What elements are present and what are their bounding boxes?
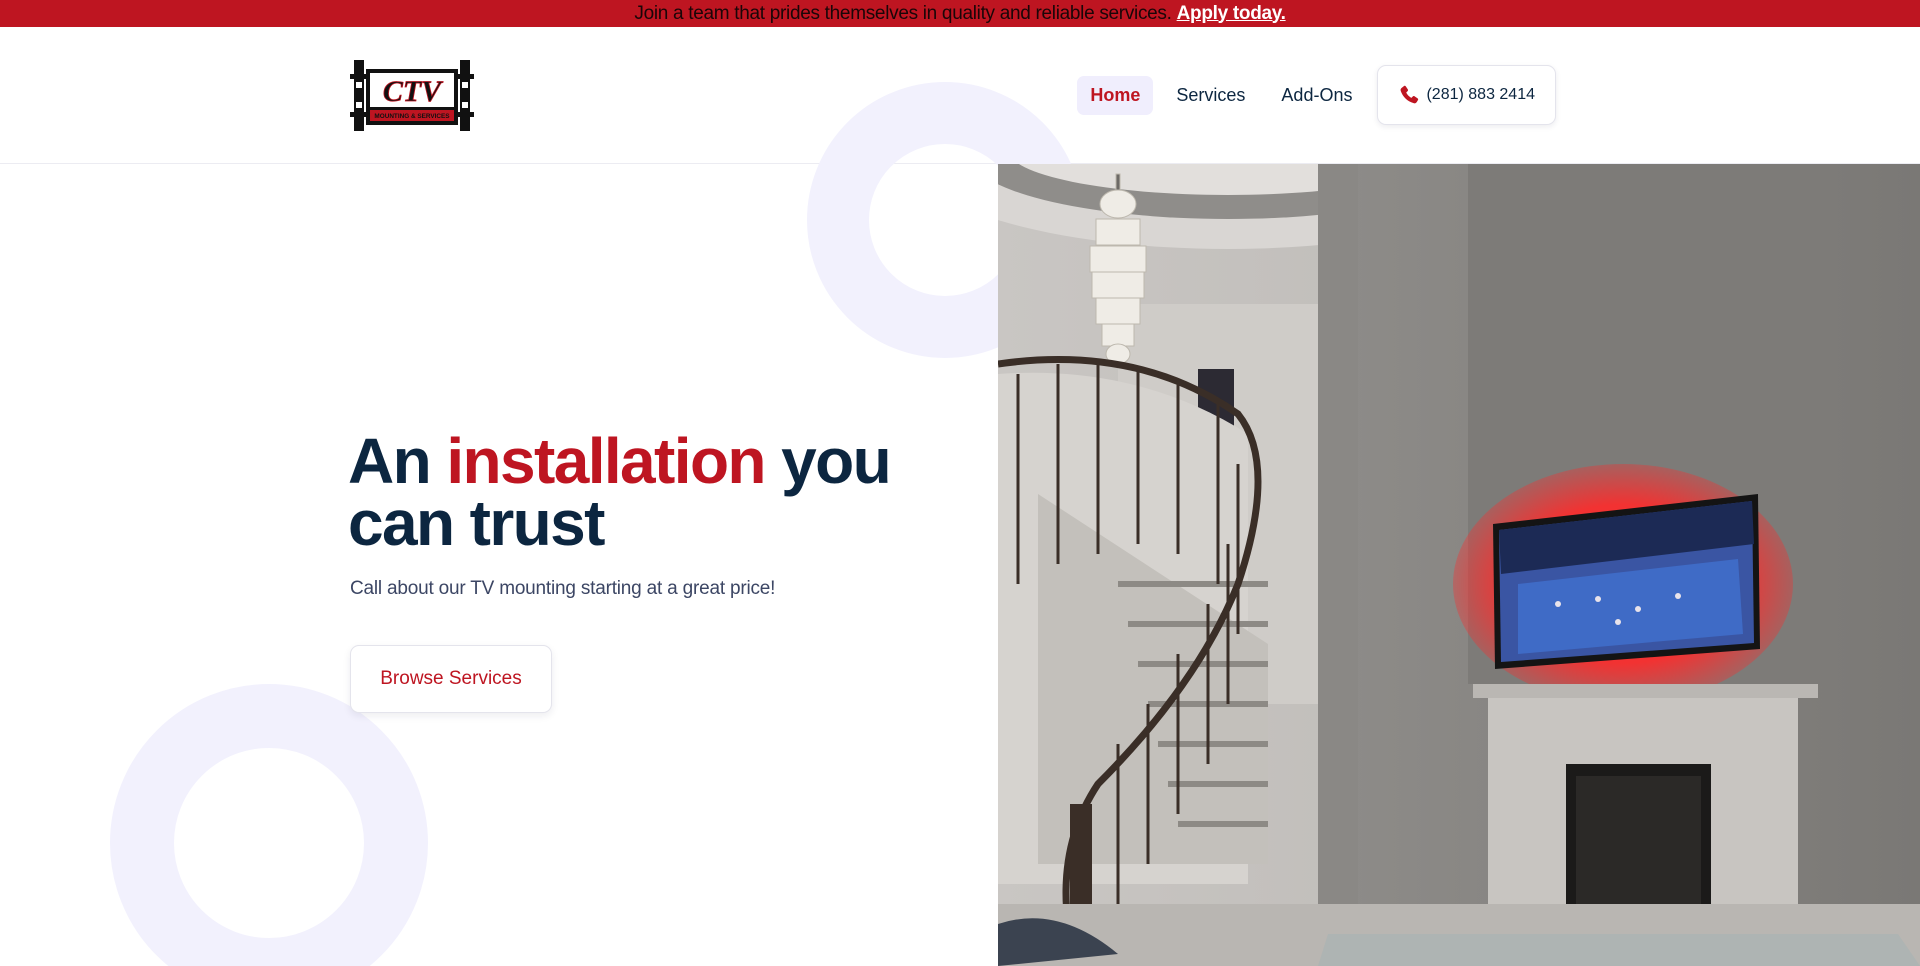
- logo[interactable]: CTV MOUNTING & SERVICES: [350, 58, 474, 133]
- browse-services-button[interactable]: Browse Services: [350, 645, 552, 713]
- hero-subtitle: Call about our TV mounting starting at a…: [350, 578, 776, 599]
- phone-button[interactable]: (281) 883 2414: [1377, 65, 1556, 125]
- phone-icon: [1401, 85, 1419, 104]
- hero-title: An installation you can trust: [348, 429, 948, 555]
- main-nav: Home Services Add-Ons (281) 883 2414: [1067, 65, 1556, 125]
- nav-home[interactable]: Home: [1077, 75, 1154, 115]
- announcement-text: Join a team that prides themselves in qu…: [634, 2, 1172, 24]
- logo-subtext: MOUNTING & SERVICES: [374, 113, 450, 120]
- announcement-bar: Join a team that prides themselves in qu…: [0, 0, 1920, 27]
- logo-wordmark: CTV: [383, 75, 444, 108]
- phone-number: (281) 883 2414: [1426, 86, 1535, 103]
- nav-services[interactable]: Services: [1163, 76, 1258, 115]
- apply-link[interactable]: Apply today.: [1177, 3, 1286, 25]
- decorative-ring-bottom: [110, 684, 428, 966]
- nav-add-ons[interactable]: Add-Ons: [1268, 76, 1365, 115]
- living-room-photo: [998, 164, 1920, 966]
- hero-image: [998, 164, 1920, 966]
